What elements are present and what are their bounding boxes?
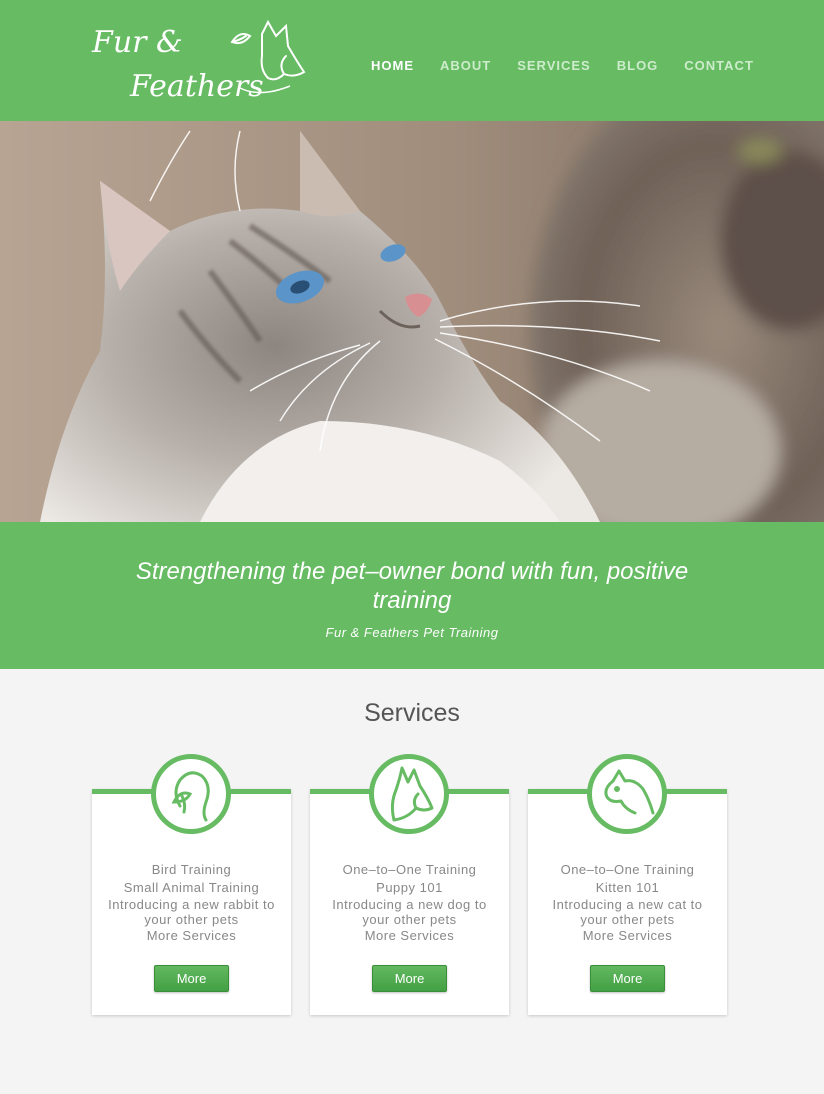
card-line: Introducing a new dog to your other pets xyxy=(332,897,487,927)
service-card-cat: One–to–One Training Kitten 101 Introduci… xyxy=(528,754,727,1015)
nav-home[interactable]: HOME xyxy=(371,58,414,74)
service-card-bird: Bird Training Small Animal Training Intr… xyxy=(92,754,291,1015)
card-line: Kitten 101 xyxy=(595,880,660,895)
card-line: Small Animal Training xyxy=(123,880,260,895)
card-text: Bird Training Small Animal Training Intr… xyxy=(92,861,291,945)
nav-services[interactable]: SERVICES xyxy=(517,58,591,74)
cat-photo xyxy=(0,121,824,522)
card-link-more-services[interactable]: More Services xyxy=(92,927,291,945)
card-link-more-services[interactable]: More Services xyxy=(528,927,727,945)
tagline-subtitle: Fur & Feathers Pet Training xyxy=(325,625,499,640)
tagline-headline: Strengthening the pet–owner bond with fu… xyxy=(135,558,689,614)
logo-text-line1: Fur & xyxy=(91,25,183,60)
hero-image xyxy=(0,121,824,522)
card-line: Introducing a new cat to your other pets xyxy=(552,897,703,927)
main-nav: HOME ABOUT SERVICES BLOG CONTACT xyxy=(371,58,754,74)
bird-icon xyxy=(151,754,231,834)
card-line: Puppy 101 xyxy=(376,880,443,895)
logo-mark: Fur & Feathers xyxy=(91,19,306,104)
card-line: Introducing a new rabbit to your other p… xyxy=(108,897,275,927)
nav-blog[interactable]: BLOG xyxy=(617,58,659,74)
card-line: Bird Training xyxy=(151,862,232,877)
card-text: One–to–One Training Puppy 101 Introducin… xyxy=(310,861,509,945)
more-button[interactable]: More xyxy=(590,965,665,992)
dog-icon xyxy=(369,754,449,834)
site-header: Fur & Feathers HOME ABOUT SERVICES BLOG … xyxy=(0,0,824,121)
more-button[interactable]: More xyxy=(154,965,229,992)
card-link-more-services[interactable]: More Services xyxy=(310,927,509,945)
nav-contact[interactable]: CONTACT xyxy=(684,58,754,74)
services-title: Services xyxy=(364,699,460,727)
card-line: One–to–One Training xyxy=(342,862,477,877)
logo-text-line2: Feathers xyxy=(129,69,264,104)
logo[interactable]: Fur & Feathers xyxy=(90,16,312,104)
tagline-band: Strengthening the pet–owner bond with fu… xyxy=(0,522,824,669)
cat-icon xyxy=(587,754,667,834)
nav-about[interactable]: ABOUT xyxy=(440,58,491,74)
more-button[interactable]: More xyxy=(372,965,447,992)
card-text: One–to–One Training Kitten 101 Introduci… xyxy=(528,861,727,945)
service-card-dog: One–to–One Training Puppy 101 Introducin… xyxy=(310,754,509,1015)
card-line: One–to–One Training xyxy=(560,862,695,877)
